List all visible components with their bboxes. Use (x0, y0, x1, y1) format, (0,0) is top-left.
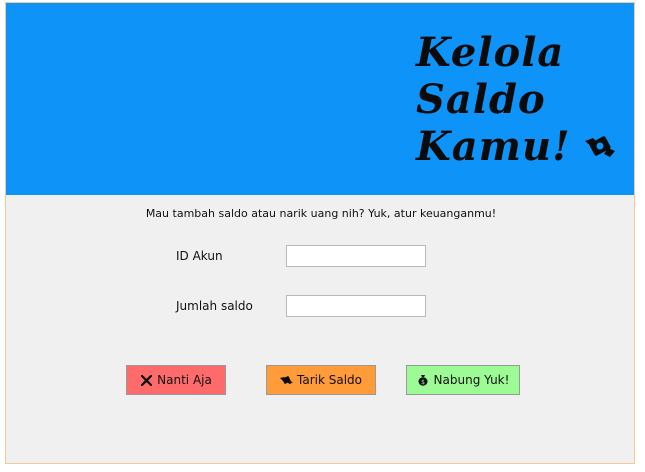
withdraw-button[interactable]: Tarik Saldo (266, 365, 376, 395)
account-id-label: ID Akun (176, 249, 223, 263)
title-line-2: Saldo (416, 76, 546, 123)
balance-label: Jumlah saldo (176, 299, 253, 313)
withdraw-button-label: Tarik Saldo (297, 373, 362, 387)
app-window: Kelola Saldo Kamu! Mau tambah saldo atau… (5, 2, 635, 464)
cancel-button[interactable]: Nanti Aja (126, 365, 226, 395)
balance-input[interactable] (286, 295, 426, 317)
svg-text:$: $ (421, 379, 425, 386)
money-bag-icon: $ (417, 374, 430, 387)
title-line-1: Kelola (416, 29, 565, 76)
x-icon (140, 374, 153, 387)
header-banner: Kelola Saldo Kamu! (6, 3, 634, 195)
cancel-button-label: Nanti Aja (157, 373, 212, 387)
deposit-button[interactable]: $ Nabung Yuk! (406, 365, 520, 395)
money-wings-icon (585, 136, 615, 157)
account-id-input[interactable] (286, 245, 426, 267)
money-wings-icon (280, 374, 293, 387)
deposit-button-label: Nabung Yuk! (433, 373, 510, 387)
form-subtitle: Mau tambah saldo atau narik uang nih? Yu… (145, 207, 497, 220)
